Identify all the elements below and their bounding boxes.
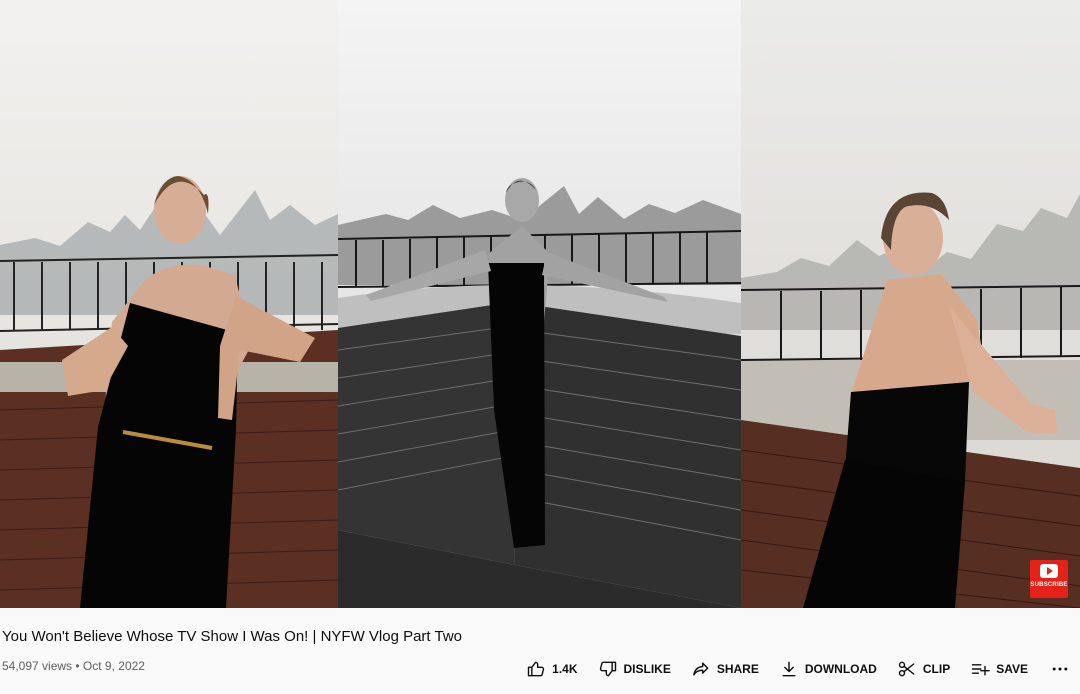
subscribe-watermark-button[interactable]: SUBSCRIBE bbox=[1030, 560, 1068, 598]
share-button[interactable]: SHARE bbox=[691, 652, 759, 686]
dislike-button[interactable]: DISLIKE bbox=[598, 652, 671, 686]
scissors-icon bbox=[898, 661, 915, 677]
share-label: SHARE bbox=[716, 662, 759, 676]
rooftop-photo-center-black-and-white bbox=[338, 0, 741, 608]
video-frame-center-photo bbox=[338, 0, 741, 608]
rooftop-photo-right bbox=[741, 0, 1080, 608]
video-player[interactable]: SUBSCRIBE bbox=[0, 0, 1080, 608]
video-frame-right-photo bbox=[741, 0, 1080, 608]
video-metadata: 54,097 views • Oct 9, 2022 bbox=[2, 658, 145, 674]
more-horizontal-icon bbox=[1052, 667, 1068, 671]
save-button[interactable]: SAVE bbox=[970, 652, 1028, 686]
save-label: SAVE bbox=[996, 662, 1028, 676]
upload-date: Oct 9, 2022 bbox=[82, 659, 145, 673]
thumbs-up-icon bbox=[527, 661, 545, 677]
view-count: 54,097 views bbox=[2, 659, 73, 673]
youtube-watch-page: SUBSCRIBE You Won't Believe Whose TV Sho… bbox=[0, 0, 1080, 694]
thumbs-down-icon bbox=[599, 661, 616, 677]
video-frame-left-photo bbox=[0, 0, 338, 608]
dislike-label: DISLIKE bbox=[623, 662, 671, 676]
video-title: You Won't Believe Whose TV Show I Was On… bbox=[2, 628, 463, 645]
youtube-play-icon bbox=[1040, 564, 1058, 578]
download-label: DOWNLOAD bbox=[804, 662, 877, 676]
share-icon bbox=[693, 662, 709, 676]
clip-label: CLIP bbox=[922, 662, 951, 676]
metadata-separator: • bbox=[72, 659, 83, 673]
subscribe-watermark-label: SUBSCRIBE bbox=[1030, 582, 1068, 588]
download-button[interactable]: DOWNLOAD bbox=[779, 652, 877, 686]
more-actions-button[interactable] bbox=[1048, 652, 1072, 686]
add-to-playlist-icon bbox=[971, 664, 991, 676]
like-button[interactable]: 1.4K bbox=[526, 652, 578, 686]
download-icon bbox=[782, 661, 796, 677]
video-action-bar: 1.4K DISLIKE SHARE DOWNLOAD CLIP SAVE bbox=[526, 652, 1072, 686]
rooftop-photo-left bbox=[0, 0, 338, 608]
like-count: 1.4K bbox=[552, 662, 578, 676]
clip-button[interactable]: CLIP bbox=[897, 652, 950, 686]
